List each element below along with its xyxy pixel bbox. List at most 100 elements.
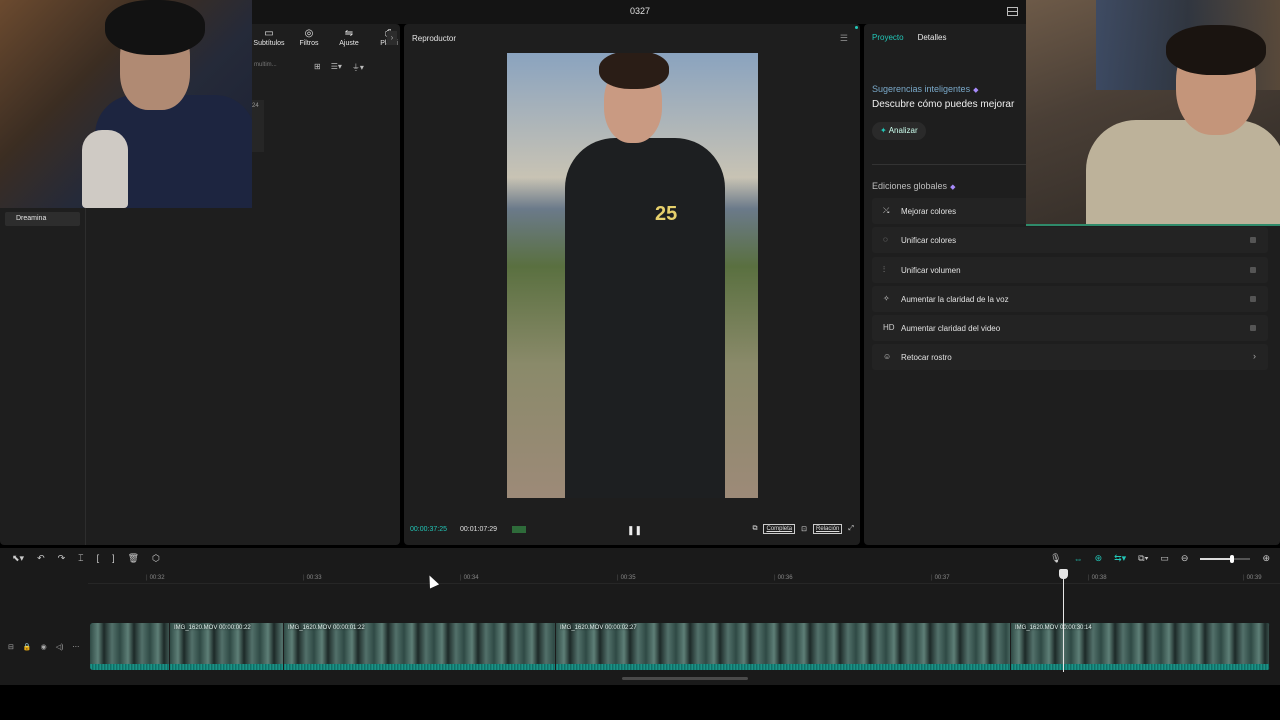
tab-detalles[interactable]: Detalles xyxy=(918,33,947,42)
media-search-input[interactable]: multim... xyxy=(254,62,277,68)
video-clip[interactable]: IMG_1620.MOV 00:00:01:22 xyxy=(284,623,556,670)
magnet-icon[interactable]: ⊛ xyxy=(1095,553,1103,564)
track-settings-icon[interactable]: ⊟ xyxy=(8,643,14,651)
video-preview[interactable]: 25 xyxy=(507,53,758,498)
edit-retouch-face[interactable]: ☺ Retocar rostro › xyxy=(872,344,1268,371)
suggestions-title: Sugerencias inteligentes ◆ xyxy=(872,84,979,94)
panel-tabs: Proyecto Detalles xyxy=(872,33,946,42)
layout-icon[interactable] xyxy=(1007,7,1018,16)
zoom-slider[interactable] xyxy=(1200,554,1251,563)
sparkle-icon: ✦ xyxy=(880,126,887,135)
media-sidebar: Dreamina xyxy=(0,208,86,545)
edit-voice-clarity[interactable]: ✧ Aumentar la claridad de la voz xyxy=(872,285,1268,312)
subtitles-icon: ▭ xyxy=(264,28,274,39)
voice-sparkle-icon: ✧ xyxy=(883,293,890,303)
volume-levels-icon: ⫶ xyxy=(883,264,885,274)
microphone-image xyxy=(82,130,128,208)
edit-video-clarity[interactable]: HD Aumentar claridad del video xyxy=(872,315,1268,342)
timecode-toggle[interactable] xyxy=(512,526,526,533)
tool-filters[interactable]: ◎ Filtros xyxy=(292,28,326,47)
webcam-overlay-left xyxy=(0,0,252,208)
edit-unify-colors[interactable]: ◌ Unificar colores xyxy=(872,227,1268,254)
ruler-tick: 00:32 xyxy=(146,575,165,581)
grid-view-icon[interactable]: ⊞ xyxy=(314,62,321,73)
lock-icon[interactable]: 🔒 xyxy=(23,643,32,651)
video-clip[interactable]: IMG_1620.MOV 00:00:02:27 xyxy=(556,623,1011,670)
ruler-tick: 00:36 xyxy=(774,575,793,581)
ruler-tick: 00:38 xyxy=(1088,575,1107,581)
side-badge: 24 xyxy=(252,100,264,152)
ruler-tick: 00:33 xyxy=(303,575,322,581)
split-icon[interactable]: ⌶ xyxy=(78,553,83,564)
trim-left-icon[interactable]: [ xyxy=(97,553,100,564)
ruler-tick: 00:35 xyxy=(617,575,636,581)
select-tool-icon[interactable]: ⬉▾ xyxy=(12,553,24,564)
more-icon[interactable]: ⋯ xyxy=(72,643,79,651)
color-icon: ◌ xyxy=(883,235,888,245)
zoom-out-icon[interactable]: ⊖ xyxy=(1181,553,1189,564)
media-filter-icons: ⊞ ☰▾ ⏚▾ xyxy=(314,62,364,73)
menu-icon[interactable]: ☰ xyxy=(840,33,848,44)
marker-icon[interactable]: ⬡ xyxy=(152,553,160,564)
magic-wand-icon: ⤯ xyxy=(883,206,890,215)
edit-unify-volume[interactable]: ⫶ Unificar volumen xyxy=(872,256,1268,283)
preview-axis-icon[interactable]: ⧉▾ xyxy=(1138,553,1148,564)
playhead[interactable] xyxy=(1063,570,1064,672)
full-quality-button[interactable]: Completa xyxy=(763,524,796,534)
player-title: Reproductor xyxy=(412,34,457,43)
toggle[interactable] xyxy=(1250,266,1256,273)
audio-icon[interactable]: ◁) xyxy=(56,643,64,651)
fullscreen-icon[interactable]: ⤢ xyxy=(848,525,854,533)
current-time: 00:00:37:25 xyxy=(410,526,447,533)
tool-adjust[interactable]: ⇋ Ajuste xyxy=(332,28,366,47)
gem-icon: ◆ xyxy=(950,184,956,191)
tab-proyecto[interactable]: Proyecto xyxy=(872,33,904,42)
filter-icon[interactable]: ⏚▾ xyxy=(352,62,364,73)
redo-icon[interactable]: ↷ xyxy=(58,553,66,564)
webcam-overlay-right xyxy=(1026,0,1280,226)
crop-icon[interactable]: ⧉ xyxy=(752,525,757,533)
timeline-tools-right: 🎙 ⇔ ⊛ ⇆▾ ⧉▾ ▭ ⊖ ⊕ xyxy=(1050,553,1270,564)
toolbar-more-button[interactable]: › xyxy=(387,31,397,45)
video-clip[interactable] xyxy=(90,623,170,670)
video-clip[interactable]: IMG_1620.MOV 00:00:00:22 xyxy=(170,623,284,670)
delete-icon[interactable]: 🗑 xyxy=(128,553,139,564)
microphone-icon[interactable]: 🎙 xyxy=(1050,553,1061,564)
zoom-fit-icon[interactable]: ⊕ xyxy=(1262,553,1270,564)
suggestions-text: Descubre cómo puedes mejorar xyxy=(872,99,1015,110)
toggle[interactable] xyxy=(1250,325,1256,332)
toggle[interactable] xyxy=(1250,237,1256,244)
timeline-panel: ⬉▾ ↶ ↷ ⌶ [ ] 🗑 ⬡ 🎙 ⇔ ⊛ ⇆▾ ⧉▾ ▭ ⊖ ⊕ 00:32… xyxy=(0,548,1280,685)
player-right-controls: ⧉ Completa ⊡ Relación ⤢ xyxy=(752,524,854,534)
video-clip[interactable]: IMG_1620.MOV 00:00:30:14 xyxy=(1011,623,1270,670)
ruler-tick: 00:37 xyxy=(931,575,950,581)
ruler-tick: 00:34 xyxy=(460,575,479,581)
time-ruler[interactable]: 00:32 00:33 00:34 00:35 00:36 00:37 00:3… xyxy=(88,572,1280,584)
undo-icon[interactable]: ↶ xyxy=(37,553,45,564)
analyze-button[interactable]: ✦ Analizar xyxy=(872,122,926,140)
trim-right-icon[interactable]: ] xyxy=(112,553,115,564)
chevron-right-icon: › xyxy=(1253,351,1256,362)
ratio-button[interactable]: Relación xyxy=(813,524,843,534)
pause-button[interactable]: ❚❚ xyxy=(627,525,642,536)
player-controls: 00:00:37:25 00:01:07:29 ❚❚ ⧉ Completa ⊡ … xyxy=(404,523,860,537)
timeline-scrollbar[interactable] xyxy=(622,677,748,680)
playhead-handle[interactable] xyxy=(1059,569,1068,579)
sidebar-item-dreamina[interactable]: Dreamina xyxy=(5,212,80,226)
track-header: ⊟ 🔒 ◉ ◁) ⋯ xyxy=(8,643,79,651)
eye-icon[interactable]: ◉ xyxy=(41,643,47,651)
video-track: IMG_1620.MOV 00:00:00:22 IMG_1620.MOV 00… xyxy=(90,623,1270,670)
link-icon[interactable]: ⇔ xyxy=(1074,554,1083,564)
player-panel: Reproductor ☰ 25 00:00:37:25 00:01:07:29… xyxy=(404,24,860,545)
ruler-tick: 00:39 xyxy=(1243,575,1262,581)
snapshot-icon[interactable]: ⊡ xyxy=(801,525,807,533)
tool-subtitles[interactable]: ▭ Subtítulos xyxy=(252,28,286,47)
caption-icon[interactable]: ▭ xyxy=(1160,553,1169,564)
filters-icon: ◎ xyxy=(304,28,314,39)
hd-icon: HD xyxy=(883,323,895,333)
toggle[interactable] xyxy=(1250,295,1256,302)
snap-icon[interactable]: ⇆▾ xyxy=(1114,553,1126,564)
media-toolbar: ▭Subtítulos ◎Filtros ⇋Ajuste ⎙Planti xyxy=(252,28,400,47)
face-icon: ☺ xyxy=(883,352,892,362)
sort-icon[interactable]: ☰▾ xyxy=(331,62,342,73)
